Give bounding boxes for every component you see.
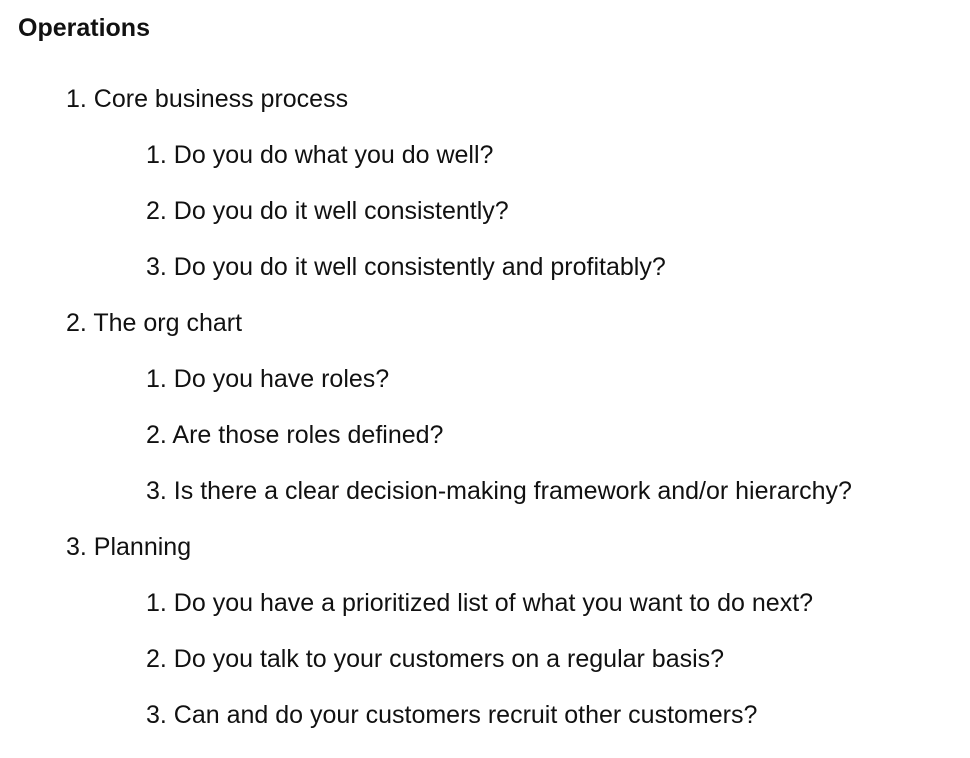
- list-item: 3. Can and do your customers recruit oth…: [146, 699, 757, 731]
- list-item: 3. Is there a clear decision-making fram…: [146, 475, 852, 507]
- item-number: 1.: [146, 141, 174, 169]
- item-number: 3.: [146, 253, 174, 281]
- item-number: 2.: [146, 197, 174, 225]
- document-heading: Operations: [18, 14, 150, 42]
- item-text: Do you talk to your customers on a regul…: [173, 645, 725, 673]
- item-number: 2.: [146, 421, 173, 449]
- list-item: 1. Do you have a prioritized list of wha…: [146, 587, 813, 619]
- item-text: Do you do it well consistently and profi…: [173, 253, 666, 281]
- item-text: Do you have a prioritized list of what y…: [173, 589, 814, 617]
- section-core-business-process: 1. Core business process: [66, 83, 348, 115]
- list-item: 1. Do you have roles?: [146, 363, 389, 395]
- section-title: The org chart: [93, 309, 243, 337]
- list-item: 2. Do you talk to your customers on a re…: [146, 643, 724, 675]
- item-text: Can and do your customers recruit other …: [173, 701, 758, 729]
- item-text: Do you have roles?: [173, 365, 390, 393]
- section-number: 2.: [66, 309, 94, 337]
- section-title: Planning: [93, 533, 192, 561]
- list-item: 3. Do you do it well consistently and pr…: [146, 251, 666, 283]
- section-planning: 3. Planning: [66, 531, 191, 563]
- section-number: 1.: [66, 85, 94, 113]
- section-title: Core business process: [93, 85, 349, 113]
- item-text: Do you do what you do well?: [173, 141, 494, 169]
- section-org-chart: 2. The org chart: [66, 307, 242, 339]
- item-number: 1.: [146, 365, 174, 393]
- list-item: 2. Do you do it well consistently?: [146, 195, 509, 227]
- operations-document: Operations 1. Core business process 1. D…: [0, 0, 970, 758]
- list-item: 1. Do you do what you do well?: [146, 139, 493, 171]
- list-item: 2. Are those roles defined?: [146, 419, 443, 451]
- item-text: Are those roles defined?: [172, 421, 444, 449]
- item-text: Do you do it well consistently?: [173, 197, 509, 225]
- item-number: 2.: [146, 645, 174, 673]
- item-number: 3.: [146, 701, 174, 729]
- item-text: Is there a clear decision-making framewo…: [173, 477, 852, 505]
- item-number: 1.: [146, 589, 174, 617]
- section-number: 3.: [66, 533, 94, 561]
- item-number: 3.: [146, 477, 174, 505]
